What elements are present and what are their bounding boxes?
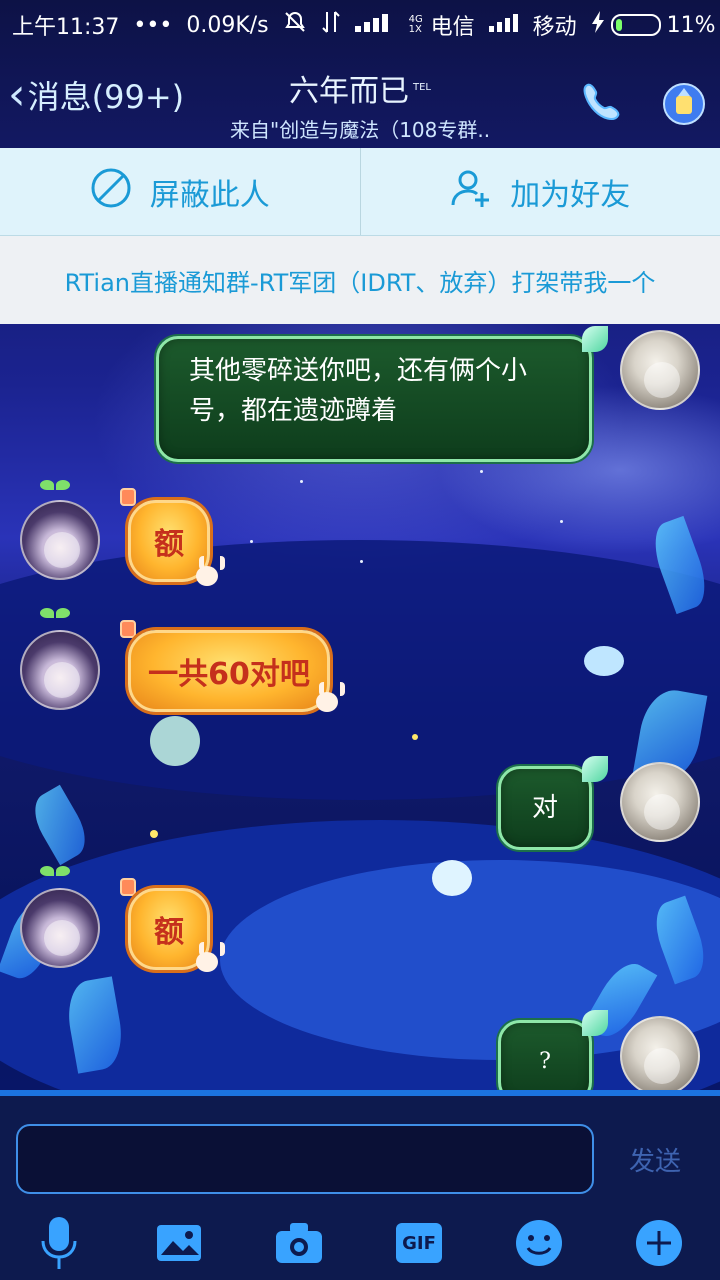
add-friend-button[interactable]: 加为好友 xyxy=(359,148,720,235)
lantern-decoration xyxy=(120,620,136,638)
send-button[interactable]: 发送 xyxy=(600,1124,710,1194)
network-tag: 4G 1X xyxy=(408,14,423,35)
message-text: 对 xyxy=(531,793,558,823)
lantern-decoration xyxy=(120,878,136,896)
chevron-left-icon: ‹ xyxy=(8,69,26,120)
sender-avatar[interactable] xyxy=(620,762,700,842)
star xyxy=(250,540,253,543)
input-toolbar: GIF xyxy=(0,1208,720,1280)
sprout-decoration xyxy=(40,866,70,886)
message-bubble[interactable]: 对 xyxy=(498,766,592,850)
group-notice-text: RTian直播通知群-RT军团（IDRT、放弃）打架带我一个 xyxy=(64,268,656,297)
group-notice-banner[interactable]: RTian直播通知群-RT军团（IDRT、放弃）打架带我一个 xyxy=(0,236,720,324)
add-friend-icon xyxy=(450,167,492,217)
star xyxy=(360,560,363,563)
microphone-icon[interactable] xyxy=(34,1217,84,1269)
glowing-sprite xyxy=(432,860,472,896)
avatar-face xyxy=(644,794,680,830)
bunny-decoration xyxy=(312,682,345,712)
star xyxy=(560,520,563,523)
back-label: 消息(99+) xyxy=(27,78,185,116)
emoji-icon[interactable] xyxy=(514,1218,564,1268)
block-icon xyxy=(90,167,132,217)
message-text: ? xyxy=(539,1049,551,1074)
camera-icon[interactable] xyxy=(274,1218,324,1268)
add-friend-label: 加为好友 xyxy=(510,177,631,213)
star xyxy=(412,734,418,740)
avatar-face xyxy=(44,532,80,568)
recipient-avatar[interactable] xyxy=(20,500,100,580)
fairy-decoration xyxy=(582,326,608,352)
lantern-profile-icon[interactable] xyxy=(660,78,705,125)
chat-title-text: 六年而已 xyxy=(289,74,409,109)
data-arrows-icon xyxy=(321,10,341,40)
message-bubble[interactable]: 其他零碎送你吧，还有俩个小号，都在遗迹蹲着 xyxy=(156,336,592,462)
title-bar: ‹ 消息(99+) 六年而已 TEL 来自"创造与魔法（108专群... xyxy=(0,50,720,148)
carrier-one: 电信 xyxy=(430,15,475,40)
tel-badge: TEL xyxy=(413,82,431,93)
sprout-decoration xyxy=(40,480,70,500)
chat-title: 六年而已 TEL xyxy=(230,66,490,110)
message-text: 一共60对吧 xyxy=(148,657,310,692)
avatar-face xyxy=(44,920,80,956)
stranger-action-bar: 屏蔽此人 加为好友 xyxy=(0,148,720,236)
battery-icon xyxy=(610,14,661,36)
recipient-avatar[interactable] xyxy=(20,888,100,968)
glowing-sprite xyxy=(584,646,624,676)
sender-avatar[interactable] xyxy=(620,1016,700,1096)
chat-title-block[interactable]: 六年而已 TEL 来自"创造与魔法（108专群... xyxy=(230,66,490,143)
star xyxy=(150,830,158,838)
leaf-decoration xyxy=(25,784,95,866)
glowing-sprite xyxy=(150,716,200,766)
message-input[interactable] xyxy=(16,1124,594,1194)
star xyxy=(300,480,303,483)
phone-call-icon[interactable] xyxy=(578,78,622,122)
star xyxy=(480,470,483,473)
gif-badge: GIF xyxy=(396,1223,442,1263)
status-right-group: 4G 1X 电信 移动 11% xyxy=(283,9,716,41)
bunny-decoration xyxy=(192,556,225,586)
avatar-face xyxy=(644,362,680,398)
sprout-decoration xyxy=(40,608,70,628)
signal-icon xyxy=(488,12,519,38)
message-text: 额 xyxy=(154,915,184,950)
status-dots: ••• xyxy=(133,12,173,38)
chat-subtitle: 来自"创造与魔法（108专群... xyxy=(230,118,490,142)
message-bubble[interactable]: 一共60对吧 xyxy=(128,630,330,712)
status-time: 上午11:37 xyxy=(12,15,120,40)
input-area: 发送 GIF xyxy=(0,1090,720,1280)
back-button[interactable]: ‹ 消息(99+) xyxy=(8,72,184,118)
block-user-label: 屏蔽此人 xyxy=(149,177,270,213)
plus-icon[interactable] xyxy=(634,1218,684,1268)
lantern-decoration xyxy=(120,488,136,506)
avatar-face xyxy=(44,662,80,698)
status-bar: 上午11:37 ••• 0.09K/s 4G 1X 电信 移动 11% xyxy=(0,0,720,50)
fairy-decoration xyxy=(582,1010,608,1036)
bunny-decoration xyxy=(192,942,225,972)
gif-label: GIF xyxy=(402,1232,436,1254)
recipient-avatar[interactable] xyxy=(20,630,100,710)
battery-percent: 11% xyxy=(666,12,716,38)
message-text: 额 xyxy=(154,527,184,562)
message-text: 其他零碎送你吧，还有俩个小号，都在遗迹蹲着 xyxy=(189,356,528,426)
status-speed: 0.09K/s xyxy=(186,12,269,38)
fairy-decoration xyxy=(582,756,608,782)
carrier-two: 移动 xyxy=(532,15,577,40)
signal-icon xyxy=(354,12,395,38)
block-user-button[interactable]: 屏蔽此人 xyxy=(0,148,360,235)
sender-avatar[interactable] xyxy=(620,330,700,410)
gif-icon[interactable]: GIF xyxy=(394,1218,444,1268)
charging-icon xyxy=(591,11,605,39)
avatar-face xyxy=(644,1048,680,1084)
image-icon[interactable] xyxy=(154,1218,204,1268)
mute-icon xyxy=(283,10,307,40)
